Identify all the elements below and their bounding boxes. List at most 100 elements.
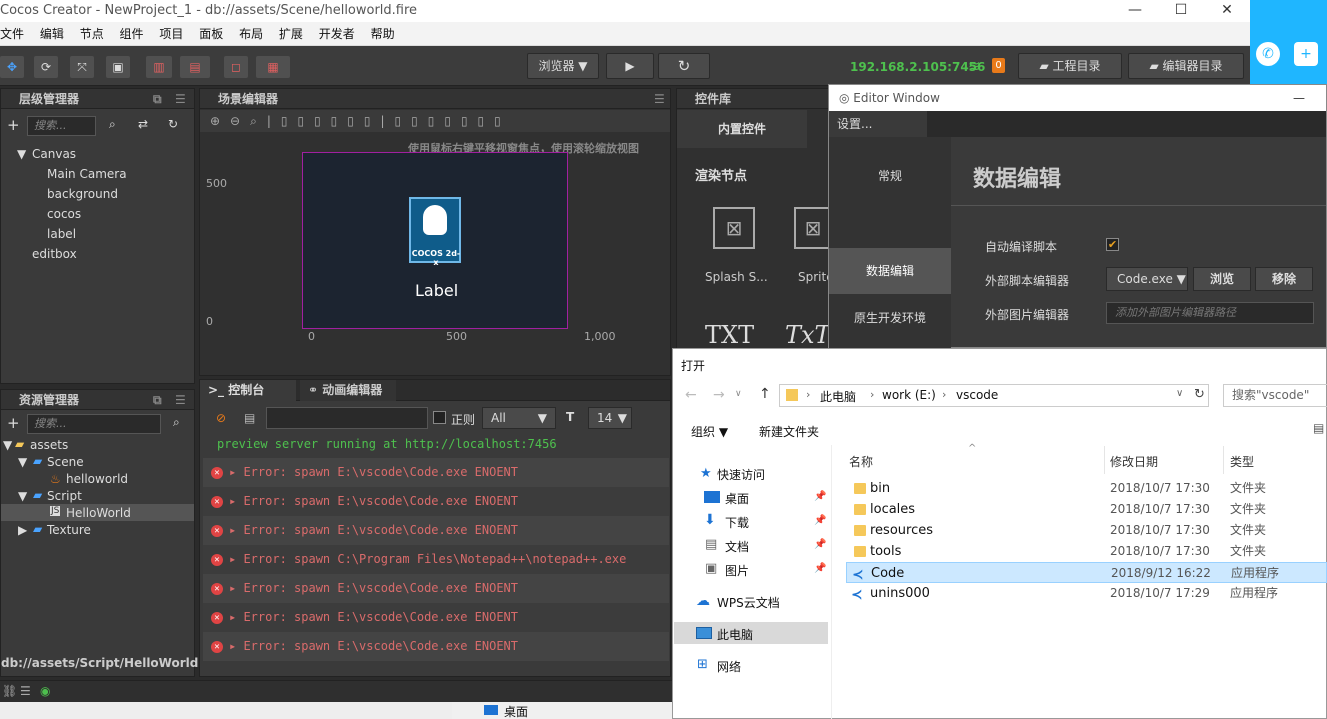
- project-dir-button[interactable]: ▰ 工程目录: [1018, 53, 1122, 79]
- splash-sprite-icon[interactable]: ⊠: [713, 207, 755, 249]
- snap-icon[interactable]: ▦: [256, 56, 290, 78]
- asset-scene[interactable]: Scene: [47, 455, 84, 469]
- scale-tool-icon[interactable]: ⤧: [70, 56, 94, 78]
- back-icon[interactable]: ←: [685, 387, 697, 403]
- tab-console[interactable]: >_ 控制台: [200, 380, 296, 401]
- file-row[interactable]: bin 2018/10/7 17:30 文件夹: [846, 478, 1327, 499]
- forward-icon[interactable]: →: [713, 387, 725, 403]
- add-node-icon[interactable]: +: [7, 116, 20, 134]
- remove-button[interactable]: 移除: [1255, 267, 1313, 291]
- scene-label[interactable]: Label: [415, 281, 458, 300]
- sprite-icon[interactable]: ⊠: [794, 207, 830, 249]
- rect-tool-icon[interactable]: ▣: [106, 56, 130, 78]
- col-type[interactable]: 类型: [1230, 453, 1254, 470]
- gizmo-icon[interactable]: ◻: [224, 56, 248, 78]
- widget-label-txt[interactable]: TXT: [705, 321, 754, 349]
- sort-icon[interactable]: ⇄: [138, 117, 148, 131]
- nav-network[interactable]: 网络: [717, 658, 741, 675]
- script-editor-select[interactable]: Code.exe ▼: [1106, 267, 1188, 291]
- tree-node-canvas[interactable]: Canvas: [32, 147, 76, 161]
- tree-arrow-icon[interactable]: ▼: [3, 438, 12, 452]
- log-line-error[interactable]: ✕ ▸ Error: spawn E:\vscode\Code.exe ENOEN…: [203, 603, 669, 632]
- log-line-error[interactable]: ✕ ▸ Error: spawn E:\vscode\Code.exe ENOEN…: [203, 487, 669, 516]
- new-folder-button[interactable]: 新建文件夹: [759, 423, 819, 440]
- minimize-button[interactable]: —: [1293, 85, 1305, 111]
- menu-edit[interactable]: 编辑: [34, 22, 70, 46]
- refresh-button[interactable]: ↻: [658, 53, 710, 79]
- nav-data-edit[interactable]: 数据编辑: [829, 248, 951, 294]
- eye-icon[interactable]: ◉: [40, 684, 50, 698]
- local-global-icon[interactable]: ▤: [180, 56, 210, 78]
- scene-canvas[interactable]: COCOS 2d-x Label: [302, 152, 568, 329]
- tree-node-label[interactable]: label: [47, 227, 76, 241]
- log-line-error[interactable]: ✕ ▸ Error: spawn E:\vscode\Code.exe ENOEN…: [203, 574, 669, 603]
- browser-select[interactable]: 浏览器 ▼: [527, 53, 599, 79]
- chevron-down-icon[interactable]: ∨: [1176, 388, 1183, 399]
- refresh-icon[interactable]: ↻: [1194, 387, 1205, 402]
- view-icon[interactable]: ▤: [1313, 421, 1324, 435]
- move-tool-icon[interactable]: ✥: [0, 56, 24, 78]
- menu-icon[interactable]: ☰: [175, 89, 186, 109]
- hierarchy-search-input[interactable]: 搜索...: [27, 116, 96, 136]
- clear-icon[interactable]: ⊘: [216, 411, 226, 425]
- nav-desktop[interactable]: 桌面: [725, 490, 749, 507]
- play-button[interactable]: ▶: [606, 53, 654, 79]
- refresh-icon[interactable]: ↻: [168, 117, 178, 131]
- menu-project[interactable]: 项目: [153, 22, 189, 46]
- nav-documents[interactable]: 文档: [725, 538, 749, 555]
- open-log-icon[interactable]: ▤: [244, 411, 255, 425]
- tree-node-background[interactable]: background: [47, 187, 118, 201]
- console-filter-input[interactable]: [266, 407, 428, 429]
- chat-icon[interactable]: +: [1294, 42, 1318, 66]
- col-name[interactable]: 名称: [849, 453, 873, 470]
- tree-node-main-camera[interactable]: Main Camera: [47, 167, 127, 181]
- log-line-error[interactable]: ✕ ▸ Error: spawn C:\Program Files\Notepad…: [203, 545, 669, 574]
- file-row[interactable]: locales 2018/10/7 17:30 文件夹: [846, 499, 1327, 520]
- breadcrumb-this-pc[interactable]: 此电脑: [820, 388, 856, 405]
- minimize-button[interactable]: —: [1112, 0, 1158, 22]
- breadcrumb-work-drive[interactable]: work (E:): [882, 388, 936, 402]
- chevron-down-icon[interactable]: ∨: [735, 389, 742, 399]
- widget-richtext-txt[interactable]: TxT: [785, 321, 831, 349]
- nav-native-env[interactable]: 原生开发环境: [829, 299, 951, 337]
- pivot-icon[interactable]: ▥: [146, 56, 172, 78]
- log-line-error[interactable]: ✕ ▸ Error: spawn E:\vscode\Code.exe ENOEN…: [203, 458, 669, 487]
- col-date[interactable]: 修改日期: [1110, 453, 1158, 470]
- menu-extension[interactable]: 扩展: [273, 22, 309, 46]
- log-line-info[interactable]: preview server running at http://localho…: [203, 430, 669, 458]
- menu-component[interactable]: 组件: [114, 22, 150, 46]
- link-icon[interactable]: ⛓: [2, 684, 17, 698]
- close-button[interactable]: ✕: [1204, 0, 1250, 22]
- tab-settings[interactable]: 设置...: [829, 111, 927, 137]
- fragment-desktop-label[interactable]: 桌面: [504, 703, 528, 719]
- phone-icon[interactable]: ✆: [1256, 42, 1280, 66]
- nav-wps-cloud[interactable]: WPS云文档: [717, 594, 780, 611]
- nav-this-pc[interactable]: 此电脑: [717, 626, 753, 643]
- rotate-tool-icon[interactable]: ⟳: [34, 56, 58, 78]
- organize-button[interactable]: 组织 ▼: [691, 423, 728, 440]
- log-line-error[interactable]: ✕ ▸ Error: spawn E:\vscode\Code.exe ENOEN…: [203, 516, 669, 545]
- popout-icon[interactable]: ⧉: [153, 89, 162, 109]
- menu-layout[interactable]: 布局: [233, 22, 269, 46]
- menu-icon[interactable]: ☰: [175, 390, 186, 410]
- tab-animation[interactable]: ⚭ 动画编辑器: [300, 380, 396, 401]
- menu-file[interactable]: 文件: [0, 22, 30, 46]
- file-row[interactable]: resources 2018/10/7 17:30 文件夹: [846, 520, 1327, 541]
- asset-helloworld-scene[interactable]: helloworld: [66, 472, 128, 486]
- log-level-select[interactable]: All ▼: [482, 407, 556, 429]
- menu-help[interactable]: 帮助: [365, 22, 401, 46]
- nav-quick-access[interactable]: 快速访问: [717, 466, 765, 483]
- tab-builtin-widgets[interactable]: 内置控件: [677, 110, 807, 148]
- maximize-button[interactable]: ☐: [1158, 0, 1204, 22]
- up-icon[interactable]: ↑: [759, 386, 771, 402]
- asset-script[interactable]: Script: [47, 489, 82, 503]
- image-editor-path-input[interactable]: 添加外部图片编辑器路径: [1106, 302, 1314, 324]
- nav-general[interactable]: 常规: [829, 157, 951, 195]
- menu-panel[interactable]: 面板: [193, 22, 229, 46]
- tree-node-cocos[interactable]: cocos: [47, 207, 81, 221]
- menu-icon[interactable]: ☰: [654, 89, 665, 109]
- tree-arrow-icon[interactable]: ▼: [18, 489, 27, 503]
- assets-search-input[interactable]: 搜索...: [27, 414, 161, 434]
- tree-arrow-icon[interactable]: ▼: [17, 147, 26, 161]
- asset-helloworld-script[interactable]: HelloWorld: [66, 506, 131, 520]
